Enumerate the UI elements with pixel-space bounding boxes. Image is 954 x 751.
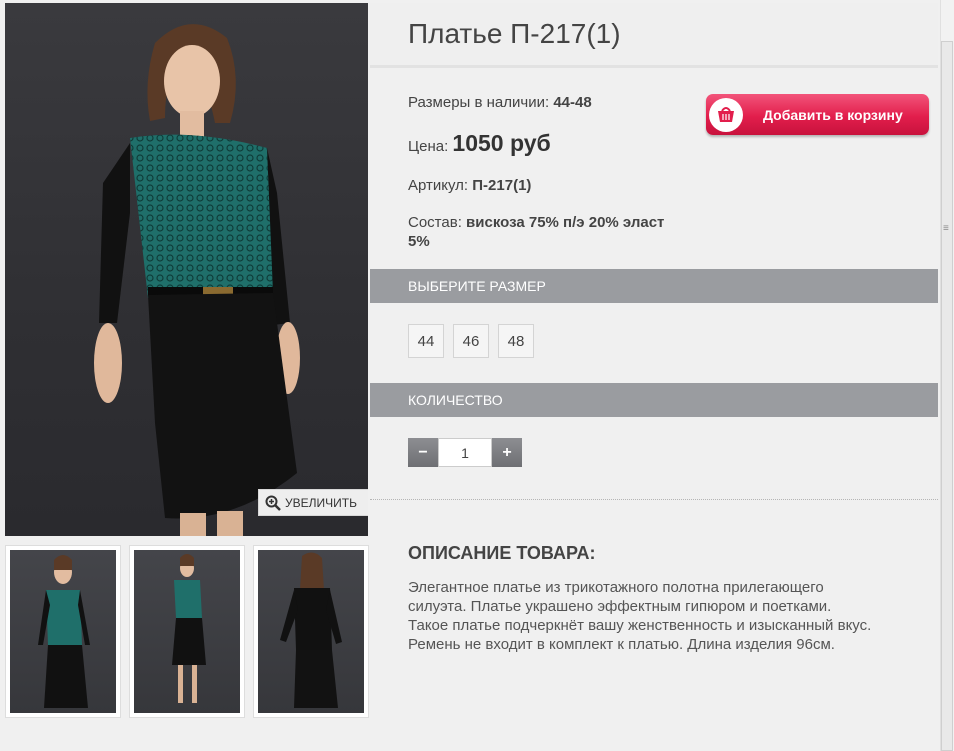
quantity-decrease-button[interactable]: − bbox=[408, 438, 438, 467]
size-option-label: 48 bbox=[507, 332, 525, 350]
add-to-cart-button[interactable]: Добавить в корзину bbox=[706, 94, 929, 135]
description-heading: ОПИСАНИЕ ТОВАРА: bbox=[408, 543, 596, 563]
size-option-46[interactable]: 46 bbox=[453, 324, 489, 358]
size-heading-label: ВЫБЕРИТЕ РАЗМЕР bbox=[408, 278, 546, 294]
zoom-label: УВЕЛИЧИТЬ bbox=[285, 495, 357, 510]
quantity-value: 1 bbox=[461, 444, 469, 461]
quantity-input[interactable]: 1 bbox=[438, 438, 492, 467]
product-title: Платье П-217(1) bbox=[408, 18, 621, 49]
quantity-increase-button[interactable]: + bbox=[492, 438, 522, 467]
divider bbox=[370, 499, 938, 500]
minus-icon: − bbox=[418, 443, 428, 461]
thumbnail-2[interactable] bbox=[129, 545, 245, 718]
zoom-button[interactable]: УВЕЛИЧИТЬ bbox=[258, 489, 368, 516]
price-value: 1050 руб bbox=[452, 130, 551, 156]
thumbnail-3[interactable] bbox=[253, 545, 369, 718]
composition-row: Состав: вискоза 75% п/э 20% эласт 5% bbox=[408, 213, 664, 251]
sizes-label: Размеры в наличии: bbox=[408, 94, 550, 111]
composition-value-line1: вискоза 75% п/э 20% эласт bbox=[466, 214, 665, 231]
quantity-section-heading: КОЛИЧЕСТВО bbox=[370, 383, 938, 417]
thumbnail-1[interactable] bbox=[5, 545, 121, 718]
price-row: Цена: 1050 руб bbox=[408, 130, 551, 157]
size-option-44[interactable]: 44 bbox=[408, 324, 444, 358]
title-bar: Платье П-217(1) bbox=[370, 3, 938, 68]
plus-icon: + bbox=[502, 443, 512, 461]
size-option-label: 46 bbox=[462, 332, 480, 350]
description-line: Элегантное платье из трикотажного полотн… bbox=[408, 579, 824, 596]
scrollbar-grip-icon: ≡ bbox=[943, 223, 949, 234]
dress-model-illustration bbox=[94, 24, 300, 536]
composition-label: Состав: bbox=[408, 214, 462, 231]
sizes-available: Размеры в наличии: 44-48 bbox=[408, 94, 592, 111]
magnifier-plus-icon bbox=[265, 495, 281, 511]
description-line: Такое платье подчеркнёт вашу женственнос… bbox=[408, 617, 872, 634]
quantity-stepper: − 1 + bbox=[408, 438, 522, 467]
composition-value-line2: 5% bbox=[408, 233, 430, 250]
description-line: Ремень не входит в комплект к платью. Дл… bbox=[408, 636, 835, 653]
scrollbar-thumb[interactable] bbox=[941, 41, 953, 751]
article-value: П-217(1) bbox=[472, 177, 532, 194]
main-product-photo[interactable]: УВЕЛИЧИТЬ bbox=[5, 3, 368, 536]
description-line: силуэта. Платье украшено эффектным гипюр… bbox=[408, 598, 832, 615]
size-option-48[interactable]: 48 bbox=[498, 324, 534, 358]
size-option-label: 44 bbox=[417, 332, 435, 350]
sizes-value: 44-48 bbox=[553, 94, 592, 111]
quantity-heading-label: КОЛИЧЕСТВО bbox=[408, 392, 503, 408]
price-label: Цена: bbox=[408, 138, 449, 155]
article-row: Артикул: П-217(1) bbox=[408, 177, 531, 194]
thumbnail-strip bbox=[5, 545, 369, 720]
size-section-heading: ВЫБЕРИТЕ РАЗМЕР bbox=[370, 269, 938, 303]
basket-icon bbox=[709, 97, 743, 132]
add-to-cart-label: Добавить в корзину bbox=[763, 106, 903, 123]
article-label: Артикул: bbox=[408, 177, 469, 194]
description-text: Элегантное платье из трикотажного полотн… bbox=[408, 578, 928, 654]
